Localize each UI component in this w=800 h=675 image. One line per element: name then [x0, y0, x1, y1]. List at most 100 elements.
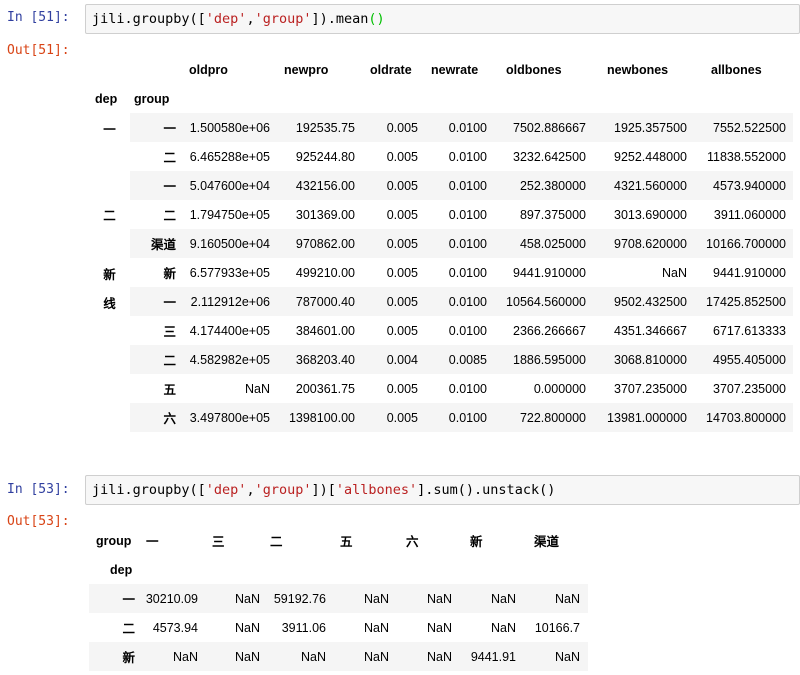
table-cell: 0.005 — [362, 171, 425, 200]
table-cell: 4351.346667 — [614, 323, 687, 338]
code-string: 'dep' — [205, 482, 247, 498]
code-cell-51[interactable]: jili.groupby(['dep','group']).mean() — [85, 4, 800, 34]
table-cell: 3068.810000 — [593, 345, 694, 374]
table-cell: 17425.852500 — [694, 287, 793, 316]
table-cell: 0.0100 — [425, 403, 494, 432]
input-prompt-51: In [51]: — [7, 10, 70, 25]
index-group: 新 — [163, 267, 176, 281]
code-text: jili.groupby([ — [92, 11, 206, 27]
input-prompt-53: In [53]: — [7, 482, 70, 497]
table-cell: NaN — [334, 584, 397, 613]
table-cell: NaN — [460, 584, 524, 613]
table-cell: 432156.00 — [275, 171, 362, 200]
column-header: 三 — [212, 535, 225, 549]
table-cell: 9502.432500 — [593, 287, 694, 316]
table-cell: 0.005 — [386, 265, 418, 280]
table-cell: 4.174400e+05 — [189, 323, 270, 338]
table-cell: 787000.40 — [275, 287, 362, 316]
index-dep: 一 — [89, 584, 141, 613]
index-dep: 新 — [89, 258, 130, 287]
table-cell: 925244.80 — [295, 149, 355, 164]
output-prompt-53: Out[53]: — [7, 514, 70, 529]
table-row: 新 NaN NaN NaN NaN NaN 9441.91 NaN — [89, 642, 588, 671]
index-dep: 二 — [89, 171, 130, 258]
index-name-row: dep — [89, 555, 588, 584]
table-cell: NaN — [206, 642, 268, 671]
columns-name-group: group — [96, 533, 132, 548]
code-text: ].sum().unstack() — [417, 482, 556, 498]
table-cell: 4321.560000 — [593, 171, 694, 200]
table-cell: 4955.405000 — [694, 345, 793, 374]
index-name-group: group — [134, 91, 170, 106]
dataframe-output-51: oldpro newpro oldrate newrate oldbones n… — [89, 55, 793, 432]
table-cell: NaN — [206, 584, 268, 613]
table-cell: 6717.613333 — [713, 323, 786, 338]
table-cell: 3707.235000 — [614, 381, 687, 396]
table-cell: 7502.886667 — [494, 113, 593, 142]
table-row: 六 3.497800e+05 1398100.00 0.005 0.0100 722.80… — [89, 403, 793, 432]
table-cell: 1925.357500 — [593, 113, 694, 142]
table-row: 渠道 9.160500e+04 970862.00 0.005 0.0100 458.02… — [89, 229, 793, 258]
table-cell: NaN — [490, 620, 516, 635]
column-header: oldpro — [189, 62, 228, 77]
table-cell: 3707.235000 — [713, 381, 786, 396]
table-cell: 0.0100 — [448, 323, 487, 338]
table-cell: 0.005 — [362, 403, 425, 432]
column-header-row: group 一 三 二 五 六 新 渠道 — [89, 526, 588, 555]
table-row: 新 新 6.577933e+05 499210.00 0.005 0.0100 9441.9… — [89, 258, 793, 287]
index-group: 渠道 — [130, 229, 182, 258]
column-header: 渠道 — [534, 535, 560, 549]
table-cell: 0.0100 — [448, 381, 487, 396]
code-text: , — [246, 482, 255, 498]
table-cell: 14703.800000 — [694, 403, 793, 432]
table-cell: 0.0100 — [425, 113, 494, 142]
table-cell: 897.375000 — [519, 207, 586, 222]
table-cell: 0.005 — [362, 113, 425, 142]
header-blank — [130, 55, 182, 84]
table-row: 一 30210.09 NaN 59192.76 NaN NaN NaN NaN — [89, 584, 588, 613]
table-cell: NaN — [426, 620, 452, 635]
table-cell: 0.0085 — [425, 345, 494, 374]
code-string: 'group' — [254, 482, 312, 498]
index-group: 六 — [130, 403, 182, 432]
table-cell: 1.794750e+05 — [189, 207, 270, 222]
index-group: 二 — [130, 345, 182, 374]
table-cell: 6.577933e+05 — [189, 265, 270, 280]
code-cell-53[interactable]: jili.groupby(['dep','group'])['allbones'… — [85, 475, 800, 505]
table-cell: 0.005 — [362, 287, 425, 316]
table-cell: NaN — [141, 642, 206, 671]
table-cell: 200361.75 — [295, 381, 355, 396]
index-dep: 一 — [89, 113, 130, 171]
table-cell: 5.047600e+04 — [182, 171, 275, 200]
dataframe-output-53: group 一 三 二 五 六 新 渠道 dep 一 30210.09 NaN 591… — [89, 526, 588, 671]
table-cell: 4.582982e+05 — [182, 345, 275, 374]
table-cell: 9708.620000 — [593, 229, 694, 258]
table-cell: NaN — [397, 584, 460, 613]
index-dep: 线 — [89, 287, 130, 432]
column-header: newrate — [431, 62, 479, 77]
table-cell: NaN — [334, 642, 397, 671]
table-row: 二 1.794750e+05 301369.00 0.005 0.0100 897.375… — [89, 200, 793, 229]
code-text: ]).mean — [311, 11, 369, 27]
table-cell: 9441.910000 — [513, 265, 586, 280]
index-name-row: dep group — [89, 84, 793, 113]
column-header: oldrate — [370, 62, 412, 77]
index-group: 一 — [130, 171, 182, 200]
table-cell: 1886.595000 — [494, 345, 593, 374]
table-cell: 970862.00 — [275, 229, 362, 258]
column-header-row: oldpro newpro oldrate newrate oldbones n… — [89, 55, 793, 84]
index-group: 二 — [163, 209, 176, 223]
table-row: 三 4.174400e+05 384601.00 0.005 0.0100 2366.26… — [89, 316, 793, 345]
table-cell: 0.0100 — [448, 265, 487, 280]
table-cell: 0.004 — [362, 345, 425, 374]
column-header: allbones — [711, 62, 762, 77]
table-cell: NaN — [234, 620, 260, 635]
table-row: 线一 2.112912e+06 787000.40 0.005 0.0100 10564.… — [89, 287, 793, 432]
index-group: 二 — [163, 151, 176, 165]
table-cell: 499210.00 — [295, 265, 355, 280]
index-name-dep: dep — [110, 562, 133, 577]
table-cell: 0.0100 — [425, 171, 494, 200]
table-cell: 1398100.00 — [275, 403, 362, 432]
table-cell: 1.500580e+06 — [182, 113, 275, 142]
table-cell: 3232.642500 — [513, 149, 586, 164]
